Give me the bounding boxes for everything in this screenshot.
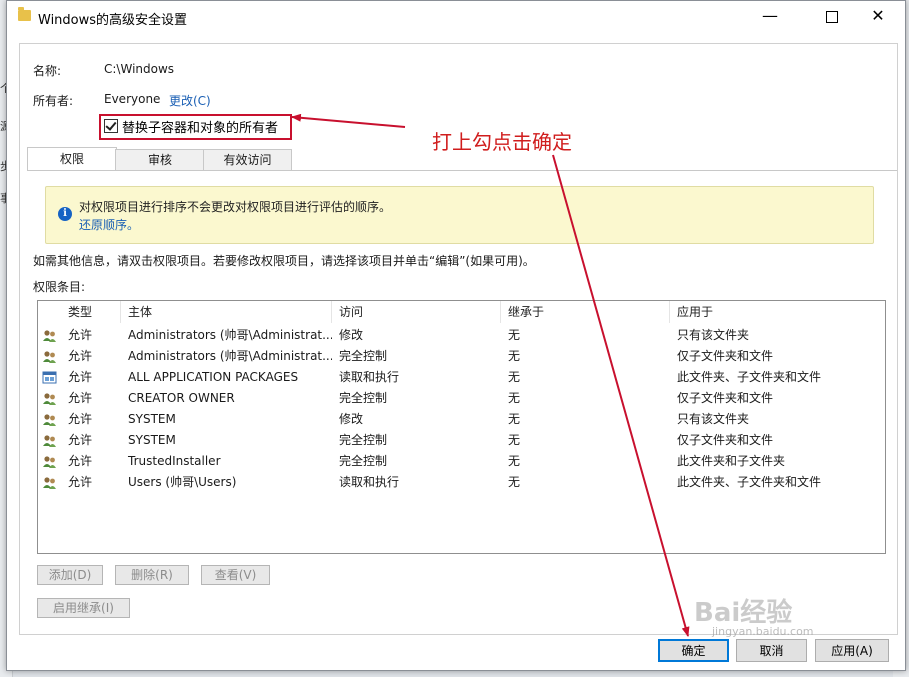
apply-button[interactable]: 应用(A) [815, 639, 889, 662]
column-header-principal[interactable]: 主体 [121, 301, 332, 323]
window-title: Windows的高级安全设置 [38, 13, 188, 28]
ok-button[interactable]: 确定 [658, 639, 729, 662]
info-icon: i [58, 207, 72, 221]
remove-button[interactable]: 删除(R) [115, 565, 189, 585]
table-row[interactable]: 允许 Administrators (帅哥\Administrat... 修改 无 只有… [38, 325, 885, 346]
cell-type: 允许 [68, 328, 93, 342]
cell-applies-to: 仅子文件夹和文件 [677, 433, 774, 447]
cell-principal: CREATOR OWNER [128, 391, 235, 405]
cell-access: 完全控制 [339, 391, 388, 405]
user-group-icon [43, 477, 56, 489]
user-group-icon [43, 351, 56, 363]
cell-applies-to: 仅子文件夹和文件 [677, 349, 774, 363]
cell-inherited-from: 无 [508, 454, 521, 468]
owner-value: Everyone [104, 92, 161, 106]
name-value: C:\Windows [104, 62, 175, 76]
tab-permissions[interactable]: 权限 [27, 147, 117, 171]
advanced-security-dialog: Windows的高级安全设置 — ✕ 名称: C:\Windows 所有者: E… [6, 0, 906, 671]
user-group-icon [43, 456, 56, 468]
folder-icon [18, 7, 31, 21]
list-header: 类型 主体 访问 继承于 应用于 [38, 301, 885, 323]
cell-access: 读取和执行 [339, 475, 400, 489]
annotation-highlight-box [99, 114, 292, 140]
title-bar[interactable]: Windows的高级安全设置 — ✕ [7, 1, 905, 33]
cell-type: 允许 [68, 391, 93, 405]
permission-entries-list[interactable]: 类型 主体 访问 继承于 应用于 允许 Administrators (帅哥\Ad… [37, 300, 886, 554]
user-group-icon [43, 435, 56, 447]
column-header-type[interactable]: 类型 [61, 301, 121, 323]
user-group-icon [43, 414, 56, 426]
tab-auditing[interactable]: 审核 [115, 149, 205, 171]
cell-principal: TrustedInstaller [128, 454, 221, 468]
table-row[interactable]: 允许 Administrators (帅哥\Administrat... 完全控制 无… [38, 346, 885, 367]
owner-label: 所有者: [33, 94, 74, 108]
info-banner: i 对权限项目进行排序不会更改对权限项目进行评估的顺序。 还原顺序。 [45, 186, 874, 244]
maximize-icon [826, 10, 838, 23]
table-row[interactable]: 允许 TrustedInstaller 完全控制 无 此文件夹和子文件夹 [38, 451, 885, 472]
permission-entries-label: 权限条目: [33, 280, 86, 294]
cell-access: 修改 [339, 412, 364, 426]
table-row[interactable]: 允许 Users (帅哥\Users) 读取和执行 无 此文件夹、子文件夹和文件 [38, 472, 885, 493]
table-row[interactable]: 允许 SYSTEM 修改 无 只有该文件夹 [38, 409, 885, 430]
table-row[interactable]: 允许 ALL APPLICATION PACKAGES 读取和执行 无 此文件夹、子文件… [38, 367, 885, 388]
cell-type: 允许 [68, 370, 93, 384]
cell-type: 允许 [68, 475, 93, 489]
cell-principal: ALL APPLICATION PACKAGES [128, 370, 299, 384]
column-header-inherited-from[interactable]: 继承于 [501, 301, 670, 323]
cell-access: 完全控制 [339, 433, 388, 447]
cell-applies-to: 此文件夹和子文件夹 [677, 454, 786, 468]
cell-applies-to: 只有该文件夹 [677, 328, 750, 342]
cell-inherited-from: 无 [508, 475, 521, 489]
cell-access: 完全控制 [339, 349, 388, 363]
cell-type: 允许 [68, 454, 93, 468]
enable-inheritance-button[interactable]: 启用继承(I) [37, 598, 130, 618]
cell-applies-to: 仅子文件夹和文件 [677, 391, 774, 405]
column-header-access[interactable]: 访问 [332, 301, 501, 323]
user-group-icon [43, 330, 56, 342]
cell-principal: SYSTEM [128, 433, 176, 447]
cell-applies-to: 此文件夹、子文件夹和文件 [677, 370, 822, 384]
user-group-icon [43, 393, 56, 405]
change-owner-link[interactable]: 更改(C) [169, 92, 211, 109]
cell-inherited-from: 无 [508, 412, 521, 426]
restore-order-link[interactable]: 还原顺序。 [79, 216, 139, 233]
column-header-applies-to[interactable]: 应用于 [670, 301, 885, 323]
baidu-watermark-url: jingyan.baidu.com [712, 625, 814, 638]
cell-applies-to: 此文件夹、子文件夹和文件 [677, 475, 822, 489]
cell-inherited-from: 无 [508, 349, 521, 363]
cell-access: 修改 [339, 328, 364, 342]
cell-type: 允许 [68, 349, 93, 363]
cell-access: 读取和执行 [339, 370, 400, 384]
baidu-watermark: Bai经验 [694, 598, 793, 628]
cell-inherited-from: 无 [508, 391, 521, 405]
tab-effective-access[interactable]: 有效访问 [203, 149, 292, 171]
table-row[interactable]: 允许 CREATOR OWNER 完全控制 无 仅子文件夹和文件 [38, 388, 885, 409]
add-button[interactable]: 添加(D) [37, 565, 103, 585]
cell-access: 完全控制 [339, 454, 388, 468]
cancel-button[interactable]: 取消 [736, 639, 807, 662]
instructions-text: 如需其他信息，请双击权限项目。若要修改权限项目，请选择该项目并单击“编辑”(如果… [33, 254, 535, 268]
maximize-button[interactable] [809, 1, 855, 33]
app-package-icon [42, 371, 57, 384]
cell-type: 允许 [68, 433, 93, 447]
cell-applies-to: 只有该文件夹 [677, 412, 750, 426]
view-button[interactable]: 查看(V) [201, 565, 270, 585]
table-row[interactable]: 允许 SYSTEM 完全控制 无 仅子文件夹和文件 [38, 430, 885, 451]
cell-type: 允许 [68, 412, 93, 426]
cell-principal: Users (帅哥\Users) [128, 475, 237, 489]
cell-inherited-from: 无 [508, 328, 521, 342]
info-text: 对权限项目进行排序不会更改对权限项目进行评估的顺序。 [79, 200, 392, 214]
tab-divider [27, 170, 897, 171]
cell-principal: Administrators (帅哥\Administrat... [128, 328, 332, 342]
annotation-text: 打上勾点击确定 [432, 130, 572, 154]
name-label: 名称: [33, 64, 62, 78]
close-button[interactable]: ✕ [855, 1, 901, 33]
cell-principal: Administrators (帅哥\Administrat... [128, 349, 332, 363]
cell-inherited-from: 无 [508, 370, 521, 384]
minimize-button[interactable]: — [747, 1, 793, 33]
cell-principal: SYSTEM [128, 412, 176, 426]
cell-inherited-from: 无 [508, 433, 521, 447]
